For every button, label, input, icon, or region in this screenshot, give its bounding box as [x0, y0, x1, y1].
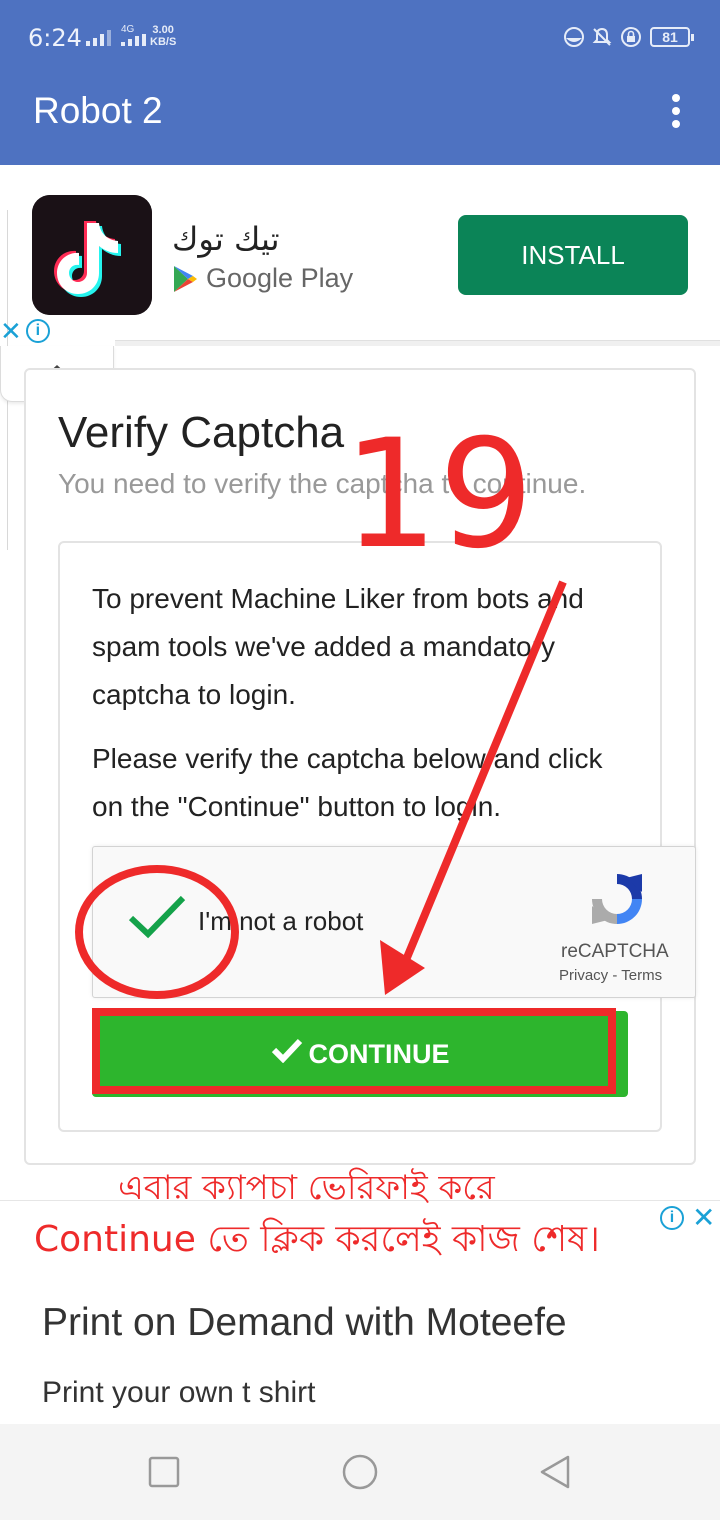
checkmark-icon[interactable]	[128, 892, 186, 942]
speed-value: 3.00	[152, 24, 174, 36]
card-title: Verify Captcha	[58, 408, 345, 457]
ad-choices[interactable]: ✕ i	[0, 318, 50, 344]
info-icon[interactable]: i	[660, 1206, 684, 1230]
signal-icon	[86, 28, 111, 46]
speed-unit: KB/S	[150, 36, 177, 48]
recaptcha-label[interactable]: I'm not a robot	[198, 906, 363, 937]
top-ad-banner[interactable]: تيك توك Google Play INSTALL ✕ i	[0, 165, 720, 550]
captcha-instructions: Please verify the captcha below and clic…	[92, 743, 603, 822]
navigation-bar	[0, 1424, 720, 1520]
recaptcha-links: Privacy - Terms	[559, 967, 662, 984]
terms-link[interactable]: Terms	[621, 967, 662, 984]
signal-2-icon	[121, 34, 146, 46]
step-number-annotation: 19	[343, 408, 534, 582]
ad-title[interactable]: Print on Demand with Moteefe	[42, 1301, 567, 1345]
data-saver-icon	[564, 27, 584, 47]
ad-app-name[interactable]: تيك توك	[172, 220, 280, 258]
info-icon[interactable]: i	[25, 319, 50, 343]
notifications-off-icon	[592, 27, 612, 46]
back-icon[interactable]	[536, 1454, 576, 1490]
battery-icon: 81	[650, 27, 694, 47]
store-name: Google Play	[206, 263, 354, 293]
status-time: 6:24	[28, 24, 82, 52]
continue-label: CONTINUE	[308, 1039, 450, 1069]
google-play-badge: Google Play	[172, 263, 353, 294]
close-icon[interactable]: ✕	[692, 1204, 715, 1232]
ad-divider	[115, 340, 720, 346]
lock-icon	[621, 27, 641, 47]
ad-choices-bottom[interactable]: i ✕	[660, 1204, 715, 1232]
page-title: Robot 2	[33, 90, 163, 131]
privacy-link[interactable]: Privacy	[559, 967, 608, 984]
recaptcha-brand: reCAPTCHA	[561, 941, 669, 962]
ad-description[interactable]: Print your own t shirt	[42, 1376, 315, 1410]
status-bar: 6:24 4G 3.00 KB/S 81	[0, 0, 720, 72]
more-vert-icon[interactable]	[666, 94, 686, 128]
network-speed: 3.00 KB/S	[150, 24, 176, 48]
google-play-icon	[174, 265, 197, 292]
continue-button[interactable]: CONTINUE	[92, 1011, 628, 1097]
instruction-annotation-line2: Continue তে ক্লিক করলেই কাজ শেষ।	[34, 1219, 600, 1260]
link-separator: -	[608, 967, 622, 984]
close-icon[interactable]: ✕	[0, 318, 22, 344]
install-button[interactable]: INSTALL	[458, 215, 688, 295]
instruction-annotation-line1: এবার ক্যাপচা ভেরিফাই করে	[118, 1168, 495, 1208]
home-icon[interactable]	[340, 1454, 380, 1490]
recents-icon[interactable]	[144, 1454, 184, 1490]
tiktok-logo-icon[interactable]	[32, 195, 152, 315]
captcha-explanation: To prevent Machine Liker from bots and s…	[92, 583, 584, 710]
app-header: 6:24 4G 3.00 KB/S 81 Robot 2	[0, 0, 720, 165]
check-icon	[271, 1038, 302, 1063]
recaptcha-logo-icon	[592, 874, 642, 924]
